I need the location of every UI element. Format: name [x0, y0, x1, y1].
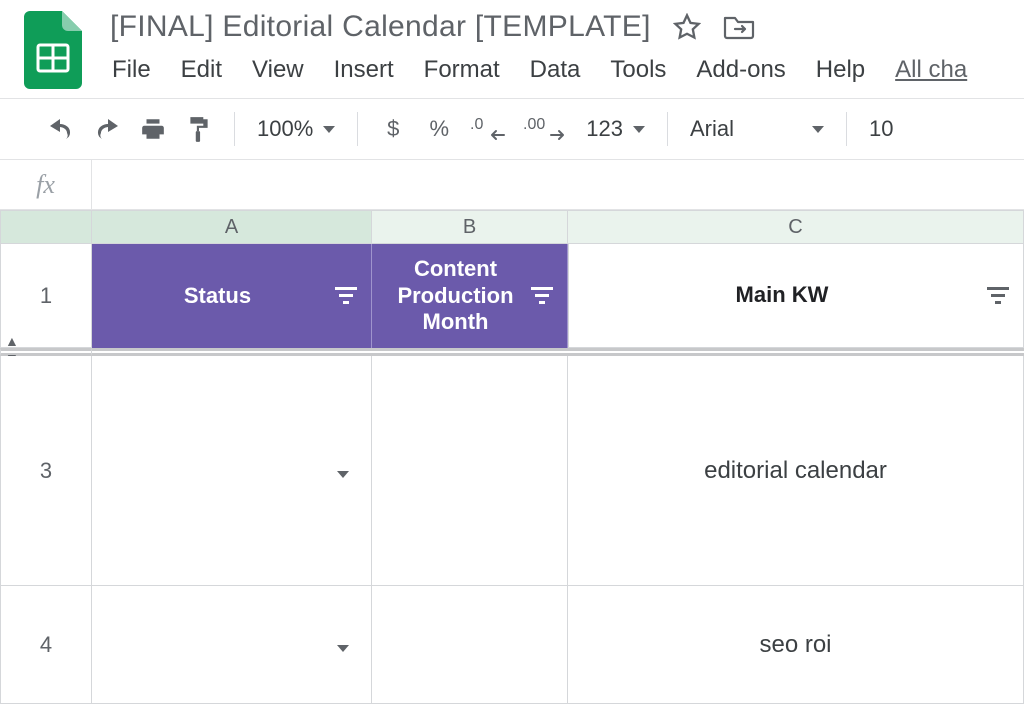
all-changes-link[interactable]: All cha [895, 56, 967, 84]
decrease-decimal-button[interactable]: .0 [464, 108, 514, 150]
menu-edit[interactable]: Edit [181, 56, 222, 84]
header-content-production-month[interactable]: Content Production Month [372, 244, 568, 348]
header-main-kw[interactable]: Main KW [568, 244, 1024, 348]
menu-insert[interactable]: Insert [334, 56, 394, 84]
zoom-value: 100% [257, 116, 313, 142]
row-header-4[interactable]: 4 [0, 586, 92, 704]
filter-icon[interactable] [335, 287, 357, 305]
increase-decimal-button[interactable]: .00 [518, 108, 574, 150]
font-size-select[interactable]: 10 [861, 116, 901, 142]
doc-title[interactable]: [FINAL] Editorial Calendar [TEMPLATE] [110, 10, 651, 44]
paint-format-button[interactable] [178, 108, 220, 150]
menu-file[interactable]: File [112, 56, 151, 84]
caret-down-icon [812, 126, 824, 133]
toolbar: 100% $ % .0 .00 123 Arial 10 [0, 98, 1024, 160]
cell-b4[interactable] [372, 586, 568, 704]
dropdown-caret-icon[interactable] [337, 631, 349, 659]
caret-down-icon [323, 126, 335, 133]
cell-c3-value: editorial calendar [704, 457, 887, 485]
menu-tools[interactable]: Tools [610, 56, 666, 84]
menu-addons[interactable]: Add-ons [696, 56, 785, 84]
move-to-folder-icon[interactable] [723, 14, 755, 40]
svg-text:.00: .00 [523, 116, 545, 133]
print-button[interactable] [132, 108, 174, 150]
more-formats-select[interactable]: 123 [578, 116, 653, 142]
title-bar: [FINAL] Editorial Calendar [TEMPLATE] Fi… [0, 0, 1024, 98]
filter-icon[interactable] [987, 287, 1009, 305]
cell-a3[interactable] [92, 356, 372, 586]
menu-format[interactable]: Format [424, 56, 500, 84]
column-header-b[interactable]: B [372, 210, 568, 244]
menu-bar: File Edit View Insert Format Data Tools … [110, 44, 1006, 98]
star-icon[interactable] [673, 13, 701, 41]
spreadsheet-grid: A B C 1 ▲ Status Content Production Mont… [0, 210, 1024, 704]
expand-up-icon[interactable]: ▲ [5, 333, 19, 349]
cell-b3[interactable] [372, 356, 568, 586]
fx-icon[interactable]: fx [0, 160, 92, 209]
cell-a4[interactable] [92, 586, 372, 704]
menu-view[interactable]: View [252, 56, 304, 84]
row-header-1[interactable]: 1 ▲ [0, 244, 92, 348]
formula-input[interactable] [92, 160, 1024, 209]
header-status[interactable]: Status [92, 244, 372, 348]
select-all-corner[interactable] [0, 210, 92, 244]
filter-icon[interactable] [531, 287, 553, 305]
svg-text:.0: .0 [470, 116, 483, 133]
format-currency-button[interactable]: $ [372, 108, 414, 150]
font-family-select[interactable]: Arial [682, 116, 832, 142]
dropdown-caret-icon[interactable] [337, 457, 349, 485]
cell-c4[interactable]: seo roi [568, 586, 1024, 704]
cell-c4-value: seo roi [759, 631, 831, 659]
sheets-logo[interactable] [18, 10, 88, 90]
zoom-select[interactable]: 100% [249, 116, 343, 142]
caret-down-icon [633, 126, 645, 133]
formula-bar: fx [0, 160, 1024, 210]
menu-help[interactable]: Help [816, 56, 865, 84]
undo-button[interactable] [40, 108, 82, 150]
column-header-c[interactable]: C [568, 210, 1024, 244]
menu-data[interactable]: Data [530, 56, 581, 84]
format-percent-button[interactable]: % [418, 108, 460, 150]
column-header-a[interactable]: A [92, 210, 372, 244]
cell-c3[interactable]: editorial calendar [568, 356, 1024, 586]
redo-button[interactable] [86, 108, 128, 150]
hidden-rows-indicator[interactable]: ▼ [0, 348, 92, 356]
row-header-3[interactable]: 3 [0, 356, 92, 586]
